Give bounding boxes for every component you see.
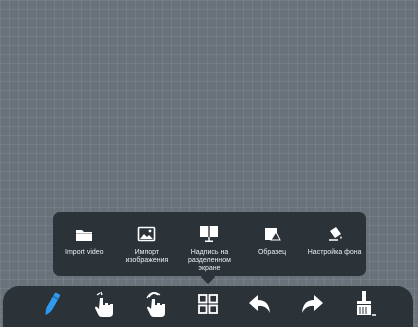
hand-multi-touch-icon — [142, 290, 170, 323]
broom-icon — [351, 290, 377, 323]
undo-button[interactable] — [243, 290, 277, 324]
pen-icon — [39, 290, 65, 323]
redo-arrow-icon — [299, 293, 325, 320]
split-screen-caption-label: Надпись на разделенном экране — [188, 249, 231, 272]
split-screen-caption-item[interactable]: Надпись на разделенном экране — [178, 224, 240, 273]
background-settings-label: Настройка фона — [307, 249, 362, 256]
insert-menu-popup: Import video Импорт изображения Надпись … — [53, 212, 366, 276]
background-settings-item[interactable]: Настройка фона — [304, 224, 366, 257]
clear-board-button[interactable] — [347, 290, 381, 324]
grid-icon — [198, 294, 218, 319]
undo-arrow-icon — [247, 293, 273, 320]
import-video-label: Import video — [65, 249, 104, 256]
import-image-item[interactable]: Импорт изображения — [116, 224, 178, 265]
more-tools-button[interactable] — [191, 290, 225, 324]
sample-item[interactable]: Образец — [241, 224, 303, 257]
redo-button[interactable] — [295, 290, 329, 324]
sample-label: Образец — [257, 249, 287, 256]
single-touch-tool-button[interactable] — [87, 290, 121, 324]
shape-sample-icon — [263, 224, 281, 244]
bottom-toolbar — [3, 286, 413, 327]
image-icon — [137, 224, 156, 244]
import-image-label: Импорт изображения — [125, 249, 169, 264]
folder-icon — [75, 224, 94, 244]
split-screen-board-icon — [199, 224, 219, 244]
hand-pointer-icon — [90, 290, 118, 323]
pen-tool-button[interactable] — [35, 290, 69, 324]
multi-touch-tool-button[interactable] — [139, 290, 173, 324]
import-video-item[interactable]: Import video — [53, 224, 115, 257]
paint-bucket-icon — [326, 224, 344, 244]
